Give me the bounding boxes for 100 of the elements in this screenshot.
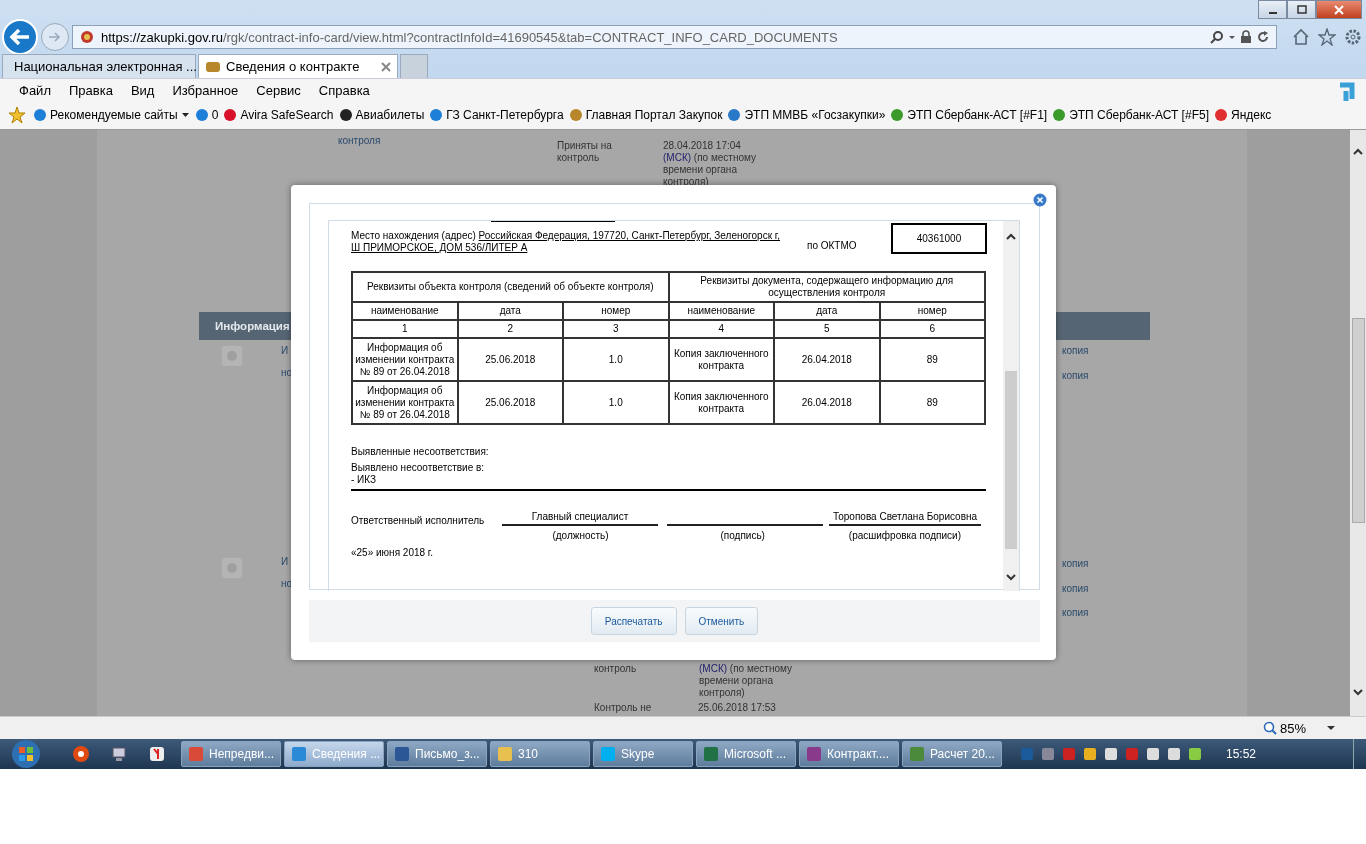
- reel-icon[interactable]: [72, 745, 90, 763]
- table-header: Реквизиты объекта контроля (сведений об объекте контроля): [352, 272, 669, 302]
- taskbar-button[interactable]: Microsoft ...: [696, 741, 796, 767]
- page-link[interactable]: копия: [1062, 345, 1089, 357]
- settings-icon[interactable]: [1344, 28, 1362, 46]
- bookmark-link[interactable]: Рекомендуемые сайты: [50, 108, 178, 122]
- page-link[interactable]: копия: [1062, 607, 1089, 619]
- caret-icon[interactable]: [180, 111, 190, 119]
- page-link[interactable]: И: [281, 556, 289, 568]
- menu-item[interactable]: Правка: [59, 82, 122, 98]
- scrollbar[interactable]: [1003, 221, 1019, 591]
- table-cell: 89: [879, 381, 985, 424]
- executor-label: Ответственный исполнитель: [351, 515, 486, 526]
- zoom-control[interactable]: 85%: [1262, 720, 1306, 736]
- print-button[interactable]: Распечатать: [590, 607, 677, 635]
- column-number: 1: [352, 320, 458, 338]
- search-icon[interactable]: [1210, 30, 1224, 44]
- field-value: 28.04.2018 17:04: [663, 140, 741, 152]
- page-link[interactable]: копия: [1062, 558, 1089, 570]
- menu-item[interactable]: Избранное: [163, 82, 248, 98]
- refresh-icon[interactable]: [1256, 30, 1270, 44]
- table-cell: 89: [879, 338, 985, 381]
- clock[interactable]: 15:52: [1226, 747, 1257, 761]
- site-icon: [194, 108, 209, 122]
- menu-item[interactable]: Вид: [121, 82, 164, 98]
- position-value: Главный специалист: [502, 511, 658, 526]
- bookmark-link[interactable]: ЭТП ММВБ «Госзакупки»: [744, 108, 886, 122]
- start-button[interactable]: [9, 739, 43, 769]
- column-header: дата: [457, 302, 563, 320]
- bookmark-link[interactable]: ЭТП Сбербанк-АСТ [#F1]: [907, 108, 1048, 122]
- forward-arrow-icon: [48, 31, 62, 43]
- bookmark-link[interactable]: ЭТП Сбербанк-АСТ [#F5]: [1069, 108, 1209, 122]
- cancel-button[interactable]: Отменить: [684, 607, 759, 635]
- close-icon: [1333, 4, 1345, 15]
- table-cell: Информация об изменении контракта № 89 от 26.04.2018: [352, 381, 458, 424]
- page-link[interactable]: И: [281, 345, 289, 357]
- lock-icon: [1240, 30, 1252, 44]
- site-icon: [205, 59, 221, 74]
- table-cell: Копия заключенного контракта: [668, 338, 774, 381]
- address-text: Место нахождения (адрес) Российская Федерация, 197720, Санкт-Петербург, Зеленогорск г, Ш ПРИМОРСКОЕ, ДОМ 536/ЛИТЕР А: [351, 230, 781, 254]
- yandex-icon[interactable]: [148, 745, 166, 763]
- section-title: Информация: [215, 320, 290, 332]
- bookmark-link[interactable]: Avira SafeSearch: [240, 108, 334, 122]
- name-value: Торопова Светлана Борисовна: [829, 511, 981, 526]
- column-header: дата: [774, 302, 880, 320]
- field-value: 25.06.2018 17:53: [698, 702, 776, 714]
- browser-tab[interactable]: Сведения о контракте: [198, 54, 398, 78]
- favorites-star-icon[interactable]: [8, 106, 28, 124]
- star-icon[interactable]: [1318, 28, 1336, 46]
- tray-icon[interactable]: [1145, 746, 1161, 762]
- field-label: Контроль не: [594, 702, 652, 714]
- column-header: номер: [879, 302, 985, 320]
- app-icon: [806, 746, 822, 762]
- maximize-icon: [1295, 4, 1308, 15]
- scrollbar[interactable]: [1350, 130, 1366, 716]
- table-cell: Копия заключенного контракта: [668, 381, 774, 424]
- finding-label: Выявлено несоответствие в:: [351, 462, 486, 474]
- oktmo-code: 40361000: [891, 223, 987, 254]
- column-header: номер: [563, 302, 669, 320]
- tray-icon[interactable]: [1082, 746, 1098, 762]
- caret-icon[interactable]: [1326, 724, 1336, 732]
- bookmark-link[interactable]: Авиабилеты: [355, 108, 425, 122]
- minimize-icon: [1268, 11, 1277, 14]
- back-button[interactable]: [2, 19, 38, 55]
- site-icon: [1213, 108, 1228, 122]
- tray-icon[interactable]: [1187, 746, 1203, 762]
- menu-item[interactable]: Справка: [309, 82, 379, 98]
- bookmark-link[interactable]: ГЗ Санкт-Петербурга: [446, 108, 564, 122]
- page-link[interactable]: копия: [1062, 583, 1089, 595]
- browser-tab[interactable]: Национальная электронная ...: [2, 54, 196, 78]
- column-header: наименование: [668, 302, 774, 320]
- app-icon: [600, 746, 616, 762]
- zoom-icon: [1262, 721, 1277, 735]
- column-number: 2: [457, 320, 563, 338]
- app-icon: [909, 746, 925, 762]
- minimize-button[interactable]: [1258, 0, 1287, 19]
- close-icon[interactable]: [381, 61, 391, 72]
- home-icon[interactable]: [1292, 28, 1310, 46]
- table-cell: 26.04.2018: [774, 338, 880, 381]
- menu-item[interactable]: Сервис: [247, 82, 310, 98]
- site-icon: [429, 108, 444, 122]
- bookmark-link[interactable]: 0: [211, 108, 219, 122]
- app-icon: [703, 746, 719, 762]
- arrow-down-icon[interactable]: [1351, 686, 1365, 698]
- bookmark-link[interactable]: Главная Портал Закупок: [585, 108, 723, 122]
- address-field[interactable]: https://zakupki.gov.ru/rgk/contract-info-card/view.html?contractInfoId=41690545&tab=CONTRACT_INFO_CARD_DOCUMENTS: [72, 25, 1277, 49]
- tray-icon[interactable]: [1103, 746, 1119, 762]
- network-icon[interactable]: [110, 745, 128, 763]
- close-button[interactable]: [1316, 0, 1362, 19]
- close-icon[interactable]: [1033, 193, 1047, 207]
- page-link[interactable]: контроля: [338, 135, 381, 147]
- field-value: (МСК) (по местному времени органа контроля): [699, 663, 793, 699]
- maximize-button[interactable]: [1287, 0, 1316, 19]
- tray-icon[interactable]: [1166, 746, 1182, 762]
- signature-caption: (подпись): [719, 530, 766, 541]
- page-link[interactable]: копия: [1062, 370, 1089, 382]
- bookmark-link[interactable]: Яндекс: [1230, 108, 1272, 122]
- table-cell: 25.06.2018: [457, 381, 563, 424]
- arrow-down-icon[interactable]: [1004, 571, 1018, 583]
- menu-item[interactable]: Файл: [10, 82, 60, 98]
